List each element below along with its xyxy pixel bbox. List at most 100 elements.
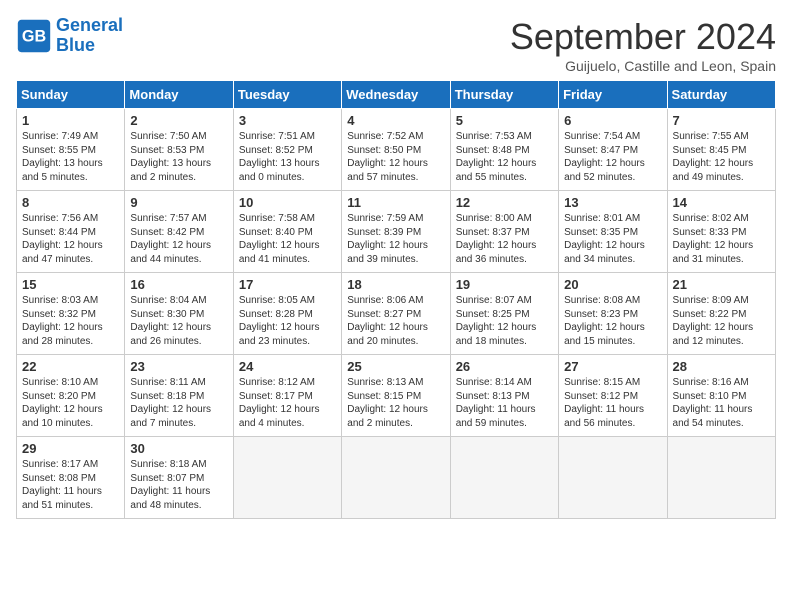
header: GB General Blue September 2024 Guijuelo,… (16, 16, 776, 74)
day-cell (667, 437, 775, 519)
day-info: Sunrise: 8:08 AM Sunset: 8:23 PM Dayligh… (564, 294, 661, 348)
logo: GB General Blue (16, 16, 123, 56)
day-number: 15 (22, 277, 119, 292)
day-cell: 16 Sunrise: 8:04 AM Sunset: 8:30 PM Dayli… (125, 273, 233, 355)
day-cell: 11 Sunrise: 7:59 AM Sunset: 8:39 PM Dayli… (342, 191, 450, 273)
week-row-2: 8 Sunrise: 7:56 AM Sunset: 8:44 PM Daylig… (17, 191, 776, 273)
day-number: 6 (564, 113, 661, 128)
day-info: Sunrise: 8:12 AM Sunset: 8:17 PM Dayligh… (239, 376, 336, 430)
day-number: 16 (130, 277, 227, 292)
day-info: Sunrise: 7:52 AM Sunset: 8:50 PM Dayligh… (347, 130, 444, 184)
day-number: 11 (347, 195, 444, 210)
day-number: 26 (456, 359, 553, 374)
day-number: 19 (456, 277, 553, 292)
day-cell: 6 Sunrise: 7:54 AM Sunset: 8:47 PM Daylig… (559, 109, 667, 191)
day-info: Sunrise: 7:54 AM Sunset: 8:47 PM Dayligh… (564, 130, 661, 184)
header-cell-friday: Friday (559, 81, 667, 109)
day-cell: 24Sunrise: 8:12 AM Sunset: 8:17 PM Dayli… (233, 355, 341, 437)
day-info: Sunrise: 7:55 AM Sunset: 8:45 PM Dayligh… (673, 130, 770, 184)
header-cell-wednesday: Wednesday (342, 81, 450, 109)
day-cell: 30 Sunrise: 8:18 AM Sunset: 8:07 PM Dayli… (125, 437, 233, 519)
day-number: 14 (673, 195, 770, 210)
day-info: Sunrise: 8:11 AM Sunset: 8:18 PM Dayligh… (130, 376, 227, 430)
week-row-4: 22 Sunrise: 8:10 AM Sunset: 8:20 PM Dayli… (17, 355, 776, 437)
day-cell (342, 437, 450, 519)
logo-text: General Blue (56, 16, 123, 56)
calendar-title: September 2024 (510, 16, 776, 58)
day-number: 29 (22, 441, 119, 456)
day-info: Sunrise: 8:03 AM Sunset: 8:32 PM Dayligh… (22, 294, 119, 348)
day-number: 5 (456, 113, 553, 128)
day-info: Sunrise: 8:01 AM Sunset: 8:35 PM Dayligh… (564, 212, 661, 266)
day-info: Sunrise: 8:13 AM Sunset: 8:15 PM Dayligh… (347, 376, 444, 430)
day-number: 3 (239, 113, 336, 128)
day-cell: 28Sunrise: 8:16 AM Sunset: 8:10 PM Dayli… (667, 355, 775, 437)
day-info: Sunrise: 8:07 AM Sunset: 8:25 PM Dayligh… (456, 294, 553, 348)
day-cell: 21 Sunrise: 8:09 AM Sunset: 8:22 PM Dayli… (667, 273, 775, 355)
day-cell: 25Sunrise: 8:13 AM Sunset: 8:15 PM Dayli… (342, 355, 450, 437)
day-cell (559, 437, 667, 519)
day-number: 12 (456, 195, 553, 210)
day-cell: 22 Sunrise: 8:10 AM Sunset: 8:20 PM Dayli… (17, 355, 125, 437)
day-info: Sunrise: 7:58 AM Sunset: 8:40 PM Dayligh… (239, 212, 336, 266)
day-info: Sunrise: 8:16 AM Sunset: 8:10 PM Dayligh… (673, 376, 770, 430)
day-number: 30 (130, 441, 227, 456)
header-cell-sunday: Sunday (17, 81, 125, 109)
day-number: 10 (239, 195, 336, 210)
day-number: 4 (347, 113, 444, 128)
day-number: 23 (130, 359, 227, 374)
day-cell: 19 Sunrise: 8:07 AM Sunset: 8:25 PM Dayli… (450, 273, 558, 355)
day-cell: 13 Sunrise: 8:01 AM Sunset: 8:35 PM Dayli… (559, 191, 667, 273)
day-number: 22 (22, 359, 119, 374)
day-number: 27 (564, 359, 661, 374)
header-cell-tuesday: Tuesday (233, 81, 341, 109)
day-cell: 5 Sunrise: 7:53 AM Sunset: 8:48 PM Daylig… (450, 109, 558, 191)
day-cell: 17 Sunrise: 8:05 AM Sunset: 8:28 PM Dayli… (233, 273, 341, 355)
day-number: 13 (564, 195, 661, 210)
day-info: Sunrise: 8:05 AM Sunset: 8:28 PM Dayligh… (239, 294, 336, 348)
day-info: Sunrise: 7:53 AM Sunset: 8:48 PM Dayligh… (456, 130, 553, 184)
day-info: Sunrise: 8:09 AM Sunset: 8:22 PM Dayligh… (673, 294, 770, 348)
day-number: 18 (347, 277, 444, 292)
svg-text:GB: GB (22, 27, 46, 45)
day-info: Sunrise: 7:59 AM Sunset: 8:39 PM Dayligh… (347, 212, 444, 266)
week-row-5: 29Sunrise: 8:17 AM Sunset: 8:08 PM Dayli… (17, 437, 776, 519)
day-cell: 1 Sunrise: 7:49 AM Sunset: 8:55 PM Daylig… (17, 109, 125, 191)
day-cell: 18 Sunrise: 8:06 AM Sunset: 8:27 PM Dayli… (342, 273, 450, 355)
day-info: Sunrise: 8:06 AM Sunset: 8:27 PM Dayligh… (347, 294, 444, 348)
day-info: Sunrise: 8:18 AM Sunset: 8:07 PM Dayligh… (130, 458, 227, 512)
day-info: Sunrise: 8:04 AM Sunset: 8:30 PM Dayligh… (130, 294, 227, 348)
week-row-1: 1 Sunrise: 7:49 AM Sunset: 8:55 PM Daylig… (17, 109, 776, 191)
day-cell: 20Sunrise: 8:08 AM Sunset: 8:23 PM Dayli… (559, 273, 667, 355)
day-cell: 8 Sunrise: 7:56 AM Sunset: 8:44 PM Daylig… (17, 191, 125, 273)
header-cell-saturday: Saturday (667, 81, 775, 109)
calendar-table: SundayMondayTuesdayWednesdayThursdayFrid… (16, 80, 776, 519)
day-info: Sunrise: 8:15 AM Sunset: 8:12 PM Dayligh… (564, 376, 661, 430)
day-info: Sunrise: 8:14 AM Sunset: 8:13 PM Dayligh… (456, 376, 553, 430)
day-number: 1 (22, 113, 119, 128)
day-cell: 12Sunrise: 8:00 AM Sunset: 8:37 PM Dayli… (450, 191, 558, 273)
logo-line2: Blue (56, 35, 95, 55)
header-row: SundayMondayTuesdayWednesdayThursdayFrid… (17, 81, 776, 109)
day-number: 2 (130, 113, 227, 128)
day-number: 7 (673, 113, 770, 128)
header-cell-monday: Monday (125, 81, 233, 109)
day-cell: 9Sunrise: 7:57 AM Sunset: 8:42 PM Daylig… (125, 191, 233, 273)
day-number: 17 (239, 277, 336, 292)
day-cell: 4 Sunrise: 7:52 AM Sunset: 8:50 PM Daylig… (342, 109, 450, 191)
day-cell: 27 Sunrise: 8:15 AM Sunset: 8:12 PM Dayli… (559, 355, 667, 437)
day-cell: 7 Sunrise: 7:55 AM Sunset: 8:45 PM Daylig… (667, 109, 775, 191)
day-number: 8 (22, 195, 119, 210)
day-info: Sunrise: 8:10 AM Sunset: 8:20 PM Dayligh… (22, 376, 119, 430)
day-cell: 15 Sunrise: 8:03 AM Sunset: 8:32 PM Dayli… (17, 273, 125, 355)
day-info: Sunrise: 7:50 AM Sunset: 8:53 PM Dayligh… (130, 130, 227, 184)
day-info: Sunrise: 7:49 AM Sunset: 8:55 PM Dayligh… (22, 130, 119, 184)
day-number: 21 (673, 277, 770, 292)
day-info: Sunrise: 7:51 AM Sunset: 8:52 PM Dayligh… (239, 130, 336, 184)
week-row-3: 15 Sunrise: 8:03 AM Sunset: 8:32 PM Dayli… (17, 273, 776, 355)
day-info: Sunrise: 7:56 AM Sunset: 8:44 PM Dayligh… (22, 212, 119, 266)
title-area: September 2024 Guijuelo, Castille and Le… (510, 16, 776, 74)
day-cell: 26 Sunrise: 8:14 AM Sunset: 8:13 PM Dayli… (450, 355, 558, 437)
logo-line1: General (56, 15, 123, 35)
day-cell: 23 Sunrise: 8:11 AM Sunset: 8:18 PM Dayli… (125, 355, 233, 437)
